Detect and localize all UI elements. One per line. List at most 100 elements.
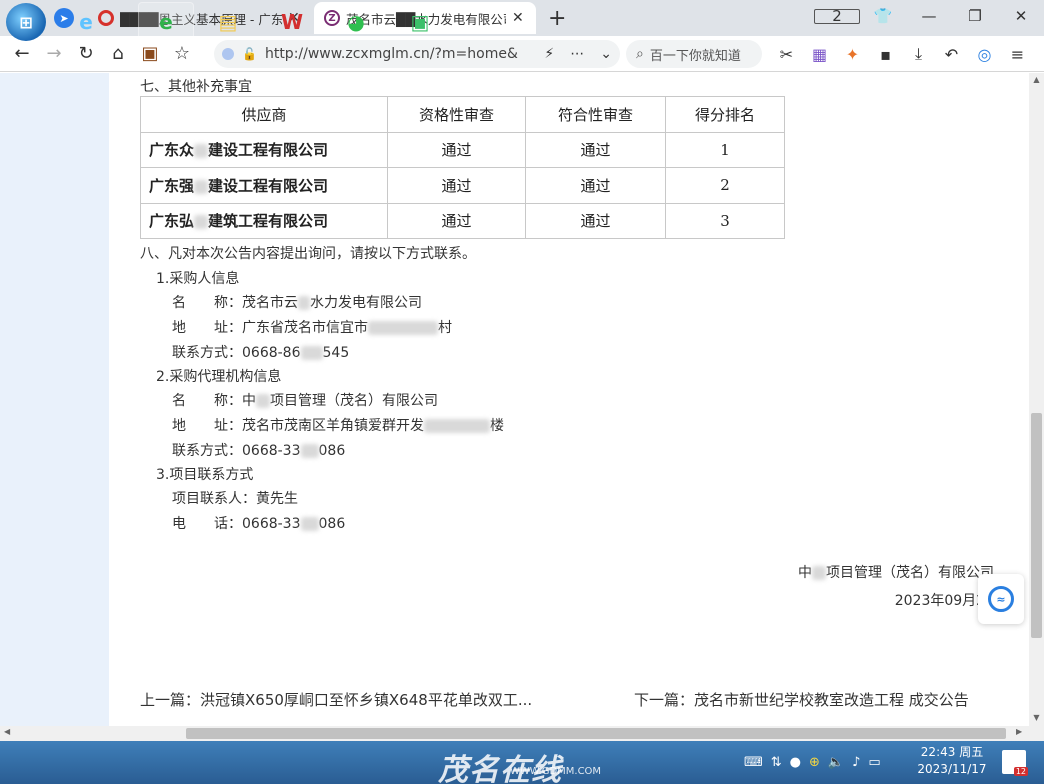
wps-icon[interactable]: W <box>264 2 320 41</box>
speaker-icon[interactable]: ♪ <box>852 755 860 770</box>
insecure-lock-icon[interactable]: 🔓 <box>242 47 257 61</box>
volume-icon[interactable]: 🔈 <box>828 755 844 770</box>
lightning-icon[interactable]: ⚡ <box>544 46 554 62</box>
agency-name: 名 称：中 项目管理（茂名）有限公司 <box>172 393 438 409</box>
purchaser-phone: 联系方式：0668-86 545 <box>172 345 350 361</box>
close-window-button[interactable]: ✕ <box>998 7 1044 25</box>
assistant-icon: ≈ <box>988 586 1014 612</box>
home-icon[interactable]: ⌂ <box>102 43 134 64</box>
supplier-name: 广东众 建设工程有限公司 <box>140 131 388 168</box>
agency-heading: 2.采购代理机构信息 <box>156 369 282 385</box>
conformity-result: 通过 <box>525 167 666 204</box>
scroll-thumb[interactable] <box>186 728 1006 739</box>
folder-icon[interactable]: ▤ <box>200 2 256 41</box>
undo-icon[interactable]: ↶ <box>935 45 968 64</box>
search-icon: ⌕ <box>636 46 644 62</box>
contact-person: 项目联系人：黄先生 <box>172 491 298 507</box>
scroll-right-icon[interactable]: ▶ <box>1016 727 1022 736</box>
supplier-name: 广东弘 建筑工程有限公司 <box>140 202 388 239</box>
purchaser-heading: 1.采购人信息 <box>156 271 240 287</box>
network-activity-icon[interactable]: ⇅ <box>771 755 782 770</box>
table-row: 广东众 建设工程有限公司 通过 通过 1 <box>140 131 785 168</box>
apps-grid-icon[interactable]: ▪ <box>869 45 902 64</box>
section-8-title: 八、凡对本次公告内容提出询问，请按以下方式联系。 <box>140 246 476 262</box>
shirt-icon[interactable]: 👕 <box>860 7 906 25</box>
wechat-icon[interactable]: ◕ <box>328 2 384 41</box>
conformity-result: 通过 <box>525 202 666 239</box>
qualification-result: 通过 <box>387 131 526 168</box>
column-header: 符合性审查 <box>525 96 666 133</box>
back-icon[interactable]: ← <box>6 43 38 64</box>
game-icon[interactable]: ✦ <box>836 45 869 64</box>
column-header: 供应商 <box>140 96 388 133</box>
address-bar[interactable]: 🔓 http://www.zcxmglm.cn/?m=home& ⚡ ⋯ ⌄ <box>214 40 620 68</box>
vertical-scrollbar[interactable]: ▲ ▼ <box>1029 73 1044 726</box>
agency-address: 地 址：茂名市茂南区羊角镇爱群开发楼 <box>172 418 504 434</box>
search-input[interactable]: 百一下你就知道 <box>650 45 741 64</box>
purchaser-address: 地 址：广东省茂名市信宜市村 <box>172 320 452 336</box>
tab-count-button[interactable]: 2 <box>814 7 860 25</box>
screen-icon[interactable]: ▣ <box>392 2 448 41</box>
contact-phone: 电 话：0668-33 086 <box>172 516 346 532</box>
agency-phone: 联系方式：0668-33 086 <box>172 443 346 459</box>
clock-time: 22:43 周五 <box>920 745 984 759</box>
taskbar-clock[interactable]: 22:43 周五 2023/11/17 <box>912 744 992 778</box>
close-icon[interactable]: ✕ <box>512 10 526 26</box>
chevron-down-icon[interactable]: ⌄ <box>600 46 612 62</box>
security-icon <box>222 48 234 60</box>
table-row: 广东弘 建筑工程有限公司 通过 通过 3 <box>140 202 785 239</box>
rank: 1 <box>665 131 785 168</box>
table-header-row: 供应商 资格性审查 符合性审查 得分排名 <box>140 96 785 133</box>
security-tray-icon[interactable]: ⊕ <box>809 755 820 770</box>
keyboard-icon[interactable]: ⌨ <box>744 755 763 770</box>
section-7-title: 七、其他补充事宜 <box>140 79 252 95</box>
address-toolbar: ← → ↻ ⌂ ▣ ☆ 🔓 http://www.zcxmglm.cn/?m=h… <box>0 36 1044 72</box>
ie-icon[interactable]: e <box>58 2 114 41</box>
start-button[interactable]: ⊞ <box>6 3 46 41</box>
contact-heading: 3.项目联系方式 <box>156 467 254 483</box>
restore-button[interactable]: ❐ <box>952 7 998 25</box>
conformity-result: 通过 <box>525 131 666 168</box>
notification-icon[interactable]: 12 <box>1002 750 1028 776</box>
minimize-button[interactable]: — <box>906 7 952 25</box>
table-row: 广东强 建设工程有限公司 通过 通过 2 <box>140 167 785 204</box>
new-tab-button[interactable]: + <box>548 6 566 31</box>
notification-badge: 12 <box>1013 767 1028 776</box>
qualification-result: 通过 <box>387 202 526 239</box>
wechat-tray-icon[interactable]: ● <box>790 755 801 770</box>
rank: 3 <box>665 202 785 239</box>
scroll-thumb[interactable] <box>1031 413 1042 638</box>
menu-icon[interactable]: ≡ <box>1001 45 1034 64</box>
scroll-down-icon[interactable]: ▼ <box>1029 713 1044 722</box>
favorites-icon[interactable]: ☆ <box>166 43 198 64</box>
floating-assistant-button[interactable]: ≈ <box>978 574 1024 624</box>
prev-article-link[interactable]: 上一篇：洪冠镇X650厚峒口至怀乡镇X648平花单改双工... <box>140 689 532 710</box>
reload-icon[interactable]: ↻ <box>70 43 102 64</box>
forward-icon[interactable]: → <box>38 43 70 64</box>
url-input[interactable]: http://www.zcxmglm.cn/?m=home& <box>265 46 536 62</box>
download-icon[interactable]: ⤓ <box>902 44 935 64</box>
column-header: 得分排名 <box>665 96 785 133</box>
clock-date: 2023/11/17 <box>917 762 987 776</box>
rank: 2 <box>665 167 785 204</box>
search-box[interactable]: ⌕ 百一下你就知道 <box>626 40 762 68</box>
scroll-up-icon[interactable]: ▲ <box>1029 75 1044 84</box>
next-article-link[interactable]: 下一篇：茂名市新世纪学校教室改造工程 成交公告 <box>634 689 969 710</box>
system-tray: ⌨ ⇅ ● ⊕ 🔈 ♪ ▭ <box>740 741 885 784</box>
scissors-icon[interactable]: ✂ <box>770 45 803 64</box>
supplier-name: 广东强 建设工程有限公司 <box>140 167 388 204</box>
signature-org: 中项目管理（茂名）有限公司 <box>798 565 994 581</box>
supplier-table: 供应商 资格性审查 符合性审查 得分排名 广东众 建设工程有限公司 通过 通过 1… <box>140 96 785 239</box>
sync-icon[interactable]: ◎ <box>968 45 1001 64</box>
purchaser-name: 名 称：茂名市云 水力发电有限公司 <box>172 295 422 311</box>
browser-taskbar-icon[interactable]: e <box>138 2 194 41</box>
column-header: 资格性审查 <box>387 96 526 133</box>
bag-icon[interactable]: ▣ <box>134 43 166 64</box>
site-watermark: 茂名在线 <box>438 753 562 784</box>
scroll-left-icon[interactable]: ◀ <box>4 727 10 736</box>
more-icon[interactable]: ⋯ <box>570 46 584 62</box>
display-icon[interactable]: ▭ <box>868 755 880 770</box>
window-controls: 2 👕 — ❐ ✕ <box>814 0 1044 32</box>
translate-icon[interactable]: ▦ <box>803 45 836 64</box>
horizontal-scrollbar[interactable]: ◀ ▶ <box>0 726 1029 741</box>
